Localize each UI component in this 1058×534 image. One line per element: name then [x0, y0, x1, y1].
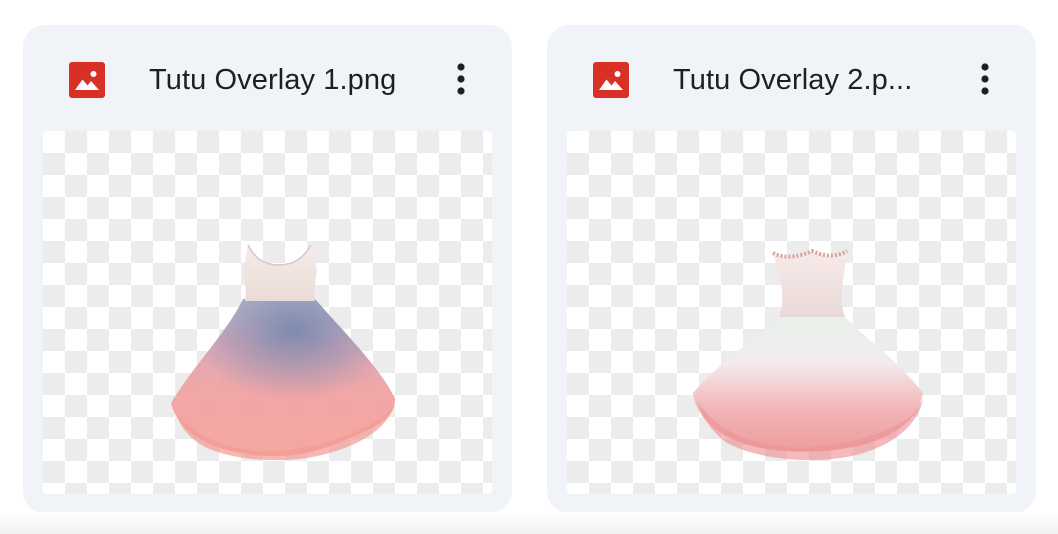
tutu-dress-image	[693, 248, 923, 461]
file-card[interactable]: Tutu Overlay 2.p...	[547, 25, 1036, 513]
file-grid: Tutu Overlay 1.png Tutu Overlay 2.p...	[0, 0, 1058, 534]
more-vertical-icon	[457, 63, 465, 95]
more-options-button[interactable]	[439, 57, 483, 101]
more-options-button[interactable]	[963, 57, 1007, 101]
image-file-icon	[593, 62, 629, 98]
file-name: Tutu Overlay 1.png	[149, 64, 397, 96]
tutu-dress-image	[171, 244, 395, 461]
file-card-header: Tutu Overlay 2.p...	[547, 25, 1036, 131]
more-vertical-icon	[981, 63, 989, 95]
file-thumbnail[interactable]	[43, 131, 492, 494]
image-file-icon	[69, 62, 105, 98]
file-card-header: Tutu Overlay 1.png	[23, 25, 512, 131]
file-card[interactable]: Tutu Overlay 1.png	[23, 25, 512, 513]
page-bottom-shadow	[0, 512, 1058, 534]
file-thumbnail[interactable]	[567, 131, 1016, 494]
file-name: Tutu Overlay 2.p...	[673, 64, 913, 96]
